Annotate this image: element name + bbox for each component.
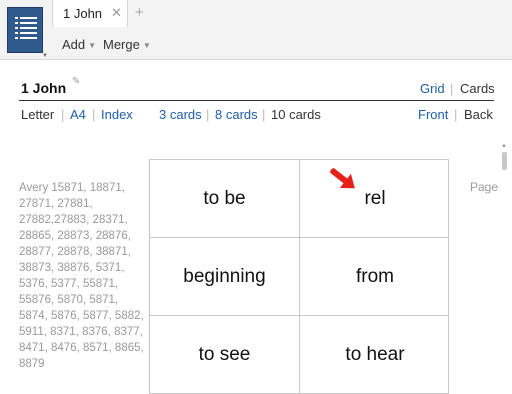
page-label: Page [470, 180, 499, 194]
toolbar: ▼ 1 John ✕ + Add ▼ Merge ▼ [0, 0, 512, 60]
letter-option[interactable]: Letter [21, 107, 54, 122]
app-menu-button[interactable] [7, 7, 43, 53]
separator: | [61, 107, 65, 122]
separator: | [262, 107, 266, 122]
close-icon[interactable]: ✕ [111, 5, 122, 21]
separator: | [454, 107, 458, 122]
scrollbar-thumb[interactable] [502, 152, 507, 170]
card-cell[interactable]: beginning [150, 238, 300, 316]
scroll-up-icon[interactable]: ▲ [501, 143, 507, 149]
title-divider [19, 100, 494, 101]
cards-view-link[interactable]: Cards [460, 81, 495, 96]
separator: | [92, 107, 96, 122]
card-cell[interactable]: to hear [300, 316, 448, 394]
add-menu-label: Add [62, 37, 86, 52]
index-option[interactable]: Index [101, 107, 133, 122]
page-title: 1 John [21, 80, 67, 96]
card-cell[interactable]: to be [150, 160, 300, 238]
front-option[interactable]: Front [418, 107, 448, 122]
tab-label: 1 John [63, 6, 103, 21]
merge-menu-label: Merge [103, 37, 140, 52]
chevron-down-icon[interactable]: ▼ [42, 53, 48, 59]
chevron-down-icon: ▼ [142, 41, 151, 50]
new-tab-button[interactable]: + [135, 4, 144, 21]
card-cell[interactable]: from [300, 238, 448, 316]
tab-1-john[interactable]: 1 John ✕ [52, 0, 128, 27]
merge-menu[interactable]: Merge ▼ [103, 37, 151, 52]
grid-view-link[interactable]: Grid [420, 81, 445, 96]
back-option[interactable]: Back [464, 107, 493, 122]
pencil-icon[interactable]: ✎ [72, 76, 80, 87]
chevron-down-icon: ▼ [88, 41, 97, 50]
separator: | [206, 107, 210, 122]
card-cell[interactable]: rel [300, 160, 448, 238]
add-menu[interactable]: Add ▼ [62, 37, 96, 52]
red-arrow-icon [330, 168, 355, 189]
8-cards-option[interactable]: 8 cards [215, 107, 258, 122]
3-cards-option[interactable]: 3 cards [159, 107, 202, 122]
avery-label-list: Avery 15871, 18871, 27871, 27881, 27882,… [19, 182, 144, 370]
10-cards-option: 10 cards [271, 107, 321, 122]
card-grid: to be rel beginning from to see to hear [149, 159, 449, 394]
card-cell[interactable]: to see [150, 316, 300, 394]
a4-option[interactable]: A4 [70, 107, 86, 122]
separator: | [450, 81, 454, 96]
list-icon [15, 17, 37, 39]
